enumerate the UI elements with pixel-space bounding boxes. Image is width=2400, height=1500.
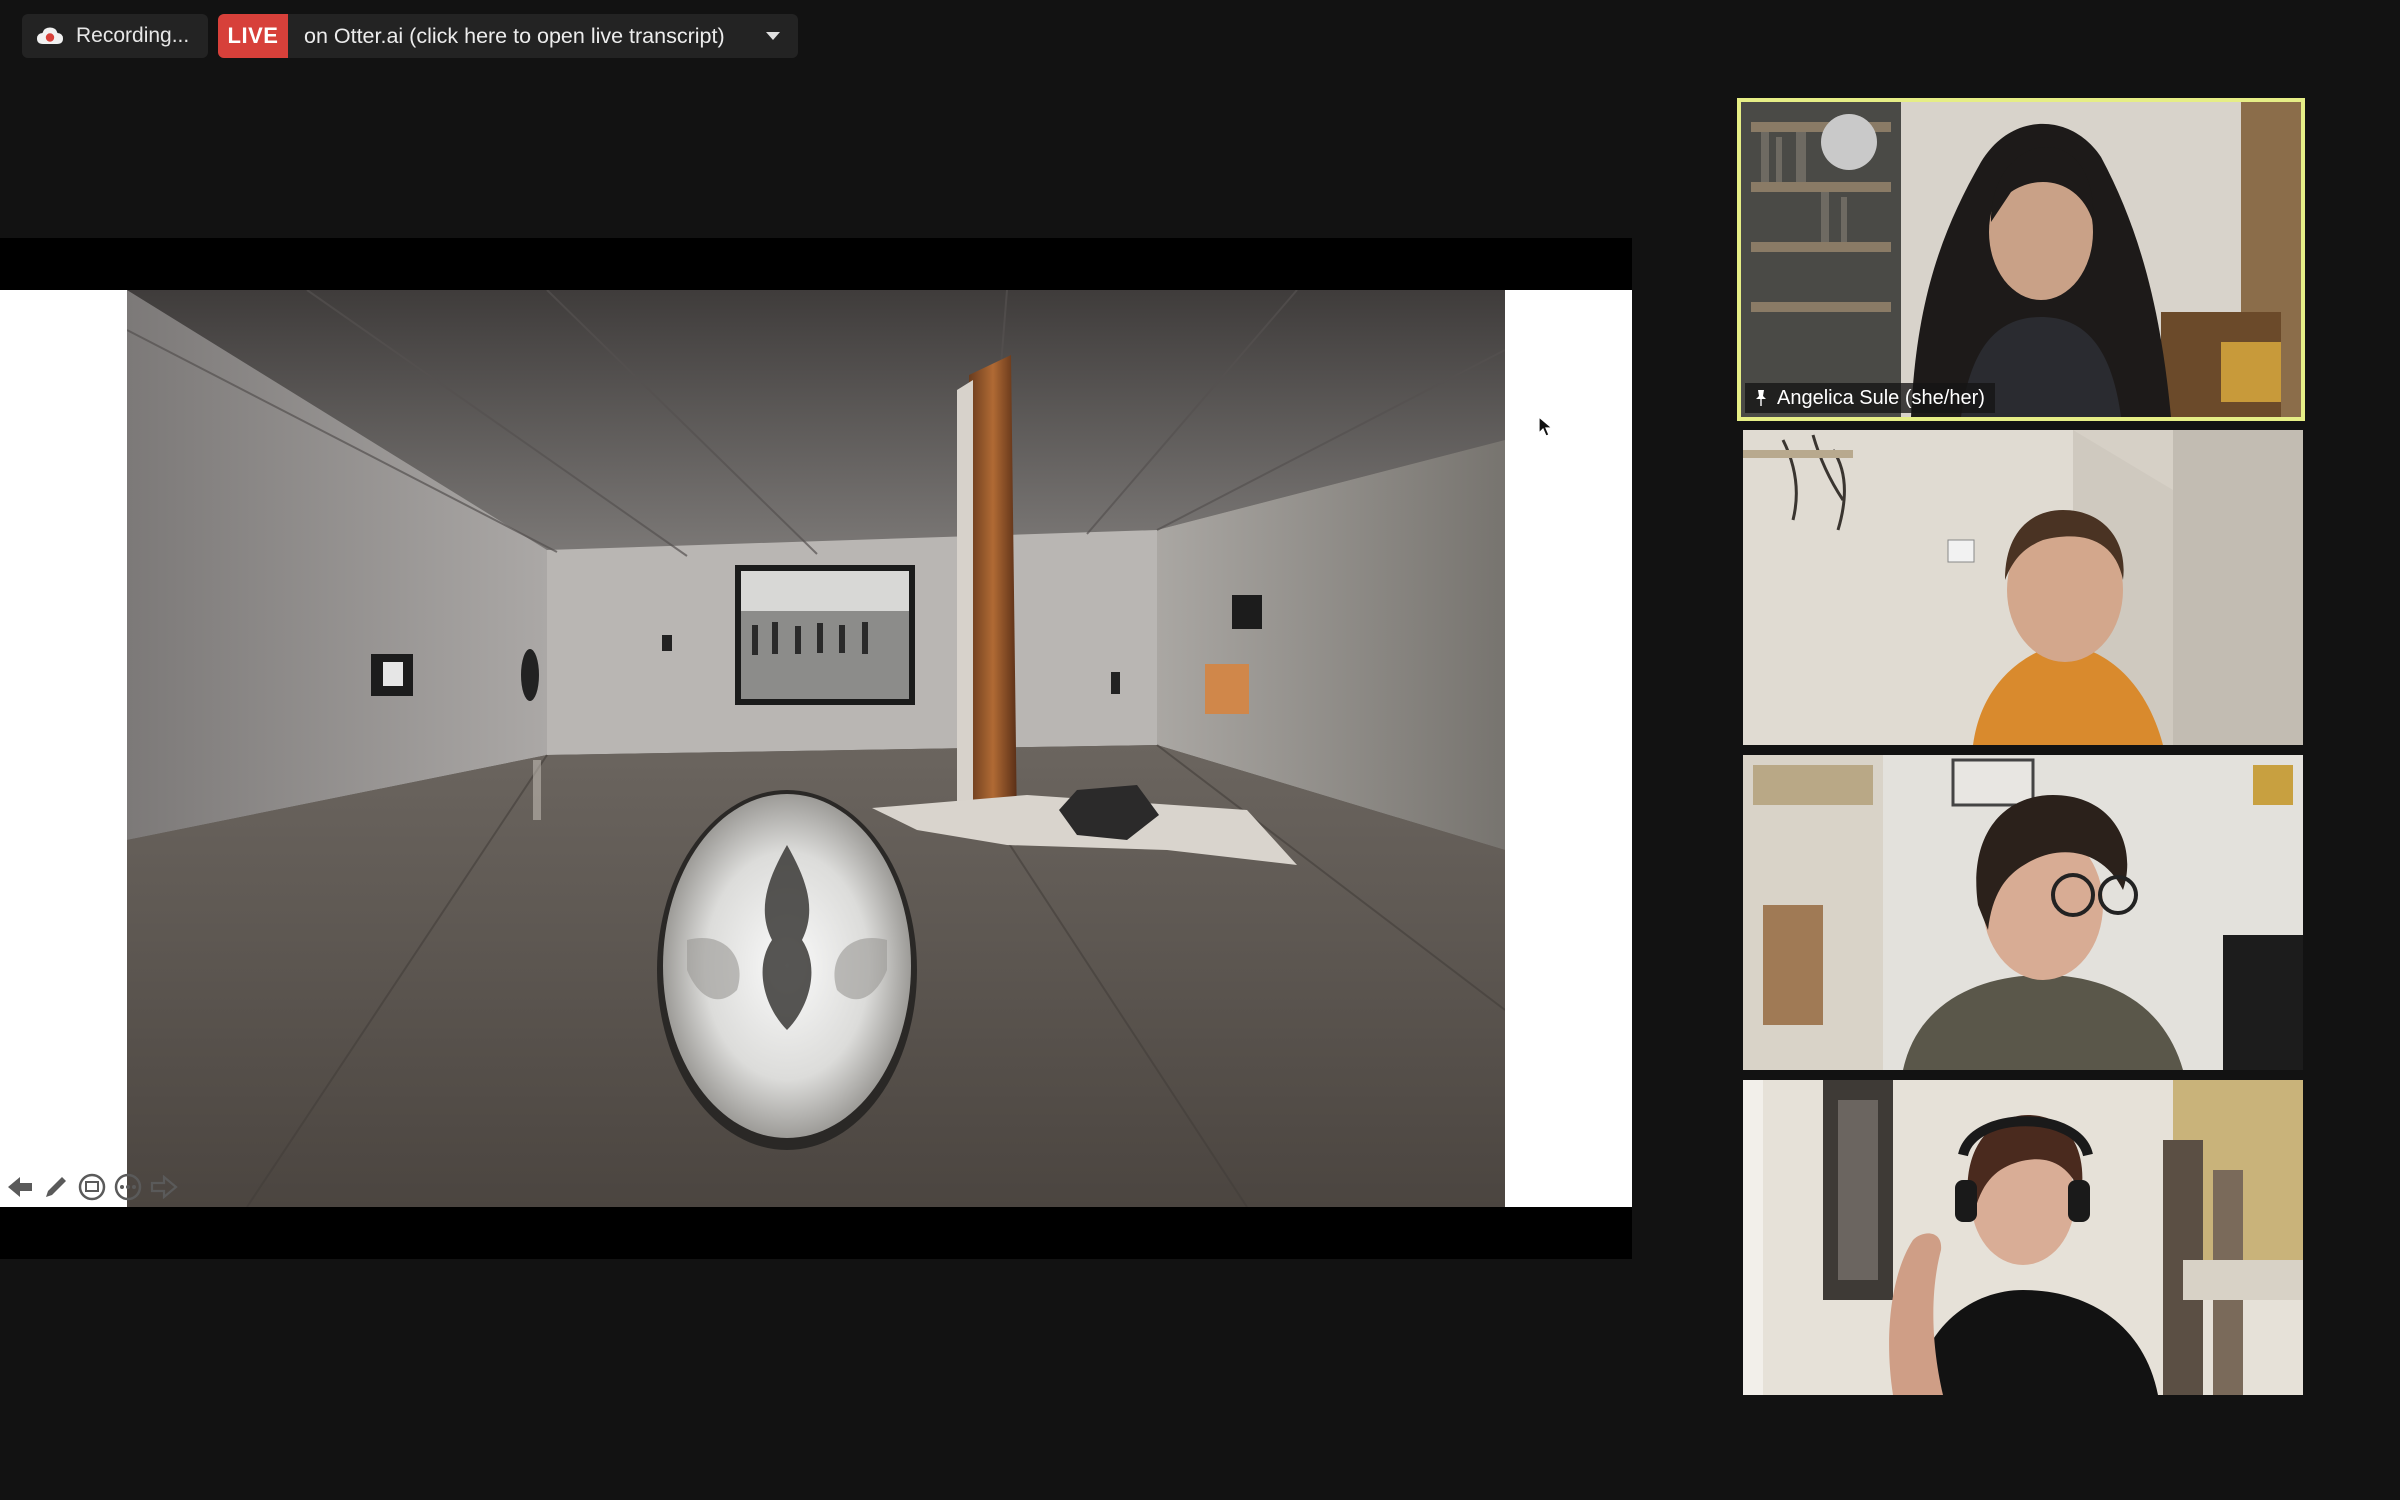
- next-slide-icon[interactable]: [148, 1171, 180, 1203]
- pin-icon: [1753, 389, 1769, 407]
- previous-slide-icon[interactable]: [4, 1171, 36, 1203]
- more-icon[interactable]: [112, 1171, 144, 1203]
- recording-label: Recording...: [76, 24, 190, 47]
- presentation-slide: [0, 290, 1632, 1207]
- participant-name-tag: Angelica Sule (she/her): [1745, 383, 1995, 413]
- mouse-cursor-icon: [1538, 415, 1554, 438]
- live-transcript-link[interactable]: on Otter.ai (click here to open live tra…: [304, 24, 725, 49]
- participant-tile-1[interactable]: Angelica Sule (she/her): [1737, 98, 2305, 421]
- recording-indicator[interactable]: Recording...: [22, 14, 208, 58]
- live-transcript-banner[interactable]: LIVE on Otter.ai (click here to open liv…: [218, 14, 798, 58]
- shared-screen: [0, 238, 1632, 1259]
- participant-tile-4[interactable]: [1743, 1080, 2303, 1395]
- participant-tile-3[interactable]: [1743, 755, 2303, 1070]
- participant-video-2: [1743, 430, 2303, 745]
- participant-video-3: [1743, 755, 2303, 1070]
- presentation-toolbar: [4, 1171, 180, 1203]
- participant-tile-2[interactable]: [1743, 430, 2303, 745]
- live-badge: LIVE: [218, 14, 288, 58]
- pen-icon[interactable]: [40, 1171, 72, 1203]
- slide-image: [127, 290, 1505, 1207]
- participant-video-4: [1743, 1080, 2303, 1395]
- cloud-recording-icon: [36, 26, 64, 46]
- chevron-down-icon[interactable]: [762, 14, 784, 58]
- screen-icon[interactable]: [76, 1171, 108, 1203]
- participant-video-1: [1741, 102, 2301, 417]
- participant-name: Angelica Sule (she/her): [1777, 386, 1985, 409]
